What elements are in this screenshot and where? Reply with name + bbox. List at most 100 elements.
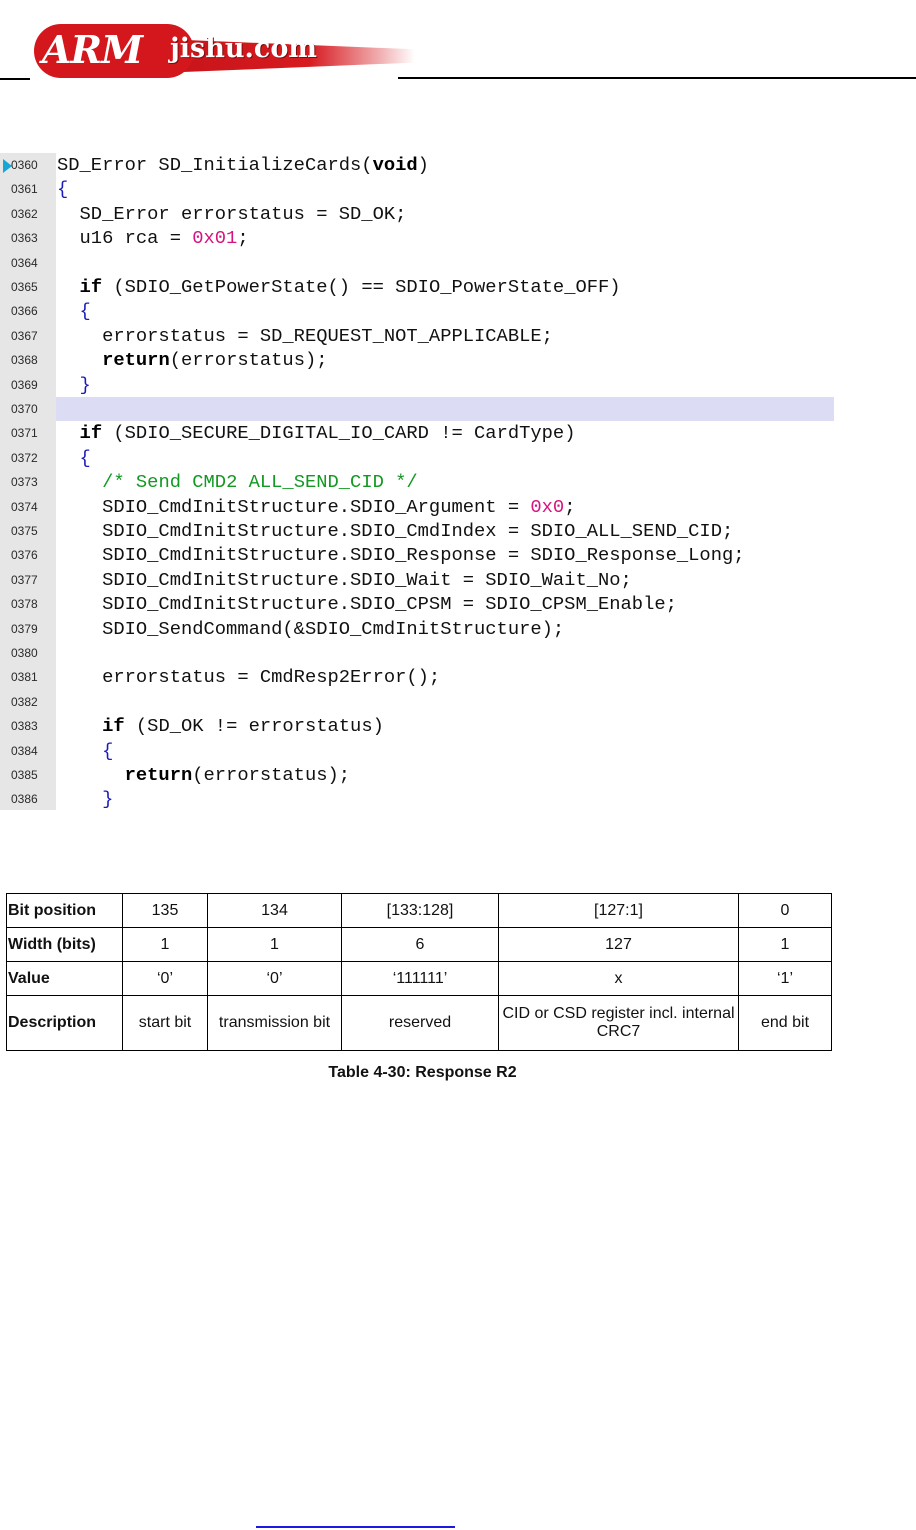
table-cell: x (498, 961, 739, 996)
table-cell: ‘0’ (207, 961, 342, 996)
line-number: 0374 (11, 499, 38, 514)
row-header: Bit position (6, 893, 123, 928)
line-number: 0386 (11, 792, 38, 807)
line-number: 0365 (11, 280, 38, 294)
code-text: SD_Error errorstatus = SD_OK; (57, 202, 407, 225)
code-line: 0360 SD_Error SD_InitializeCards(void) (0, 153, 834, 177)
code-text: { (79, 446, 91, 469)
table-cell: 127 (498, 927, 739, 962)
code-text: SDIO_CmdInitStructure.SDIO_CPSM = SDIO_C… (57, 593, 677, 616)
line-number: 0362 (11, 206, 38, 221)
code-line: 0361 { (0, 177, 834, 201)
code-line: 0369 } (0, 373, 834, 397)
footer-link-underline[interactable] (256, 1526, 455, 1528)
code-text: SDIO_CmdInitStructure.SDIO_Wait = SDIO_W… (57, 568, 632, 591)
code-text: SDIO_CmdInitStructure.SDIO_Argument = 0x… (57, 495, 576, 518)
header-rule (398, 77, 916, 79)
code-text: SD_Error SD_InitializeCards(void) (57, 154, 429, 176)
code-line: 0384 { (0, 739, 834, 763)
line-number: 0368 (11, 353, 38, 368)
code-line: 0372 { (0, 446, 834, 470)
code-line: 0376 SDIO_CmdInitStructure.SDIO_Response… (0, 543, 834, 567)
code-line: 0382 (0, 690, 834, 714)
table-cell: reserved (341, 995, 499, 1051)
code-line: 0385 return(errorstatus); (0, 763, 834, 787)
code-line: 0364 (0, 251, 834, 275)
code-line: 0374 SDIO_CmdInitStructure.SDIO_Argument… (0, 495, 834, 519)
table-cell: ‘1’ (738, 961, 832, 996)
line-number: 0377 (11, 572, 38, 587)
code-text: errorstatus = SD_REQUEST_NOT_APPLICABLE; (57, 324, 553, 347)
code-line: 0362 SD_Error errorstatus = SD_OK; (0, 202, 834, 226)
table-row: Value ‘0’ ‘0’ ‘111111’ x ‘1’ (6, 961, 832, 996)
header-rule (0, 78, 30, 80)
code-line: 0386 } (0, 787, 834, 811)
line-number: 0381 (11, 670, 38, 685)
table-cell: 135 (122, 893, 208, 928)
response-r2-table: Bit position 135 134 [133:128] [127:1] 0 Width… (6, 893, 832, 1051)
line-number: 0385 (11, 768, 38, 782)
table-cell: transmission bit (207, 995, 342, 1051)
table-cell: end bit (738, 995, 832, 1051)
table-row: Width (bits) 1 1 6 127 1 (6, 927, 832, 962)
code-line: 0370 (0, 397, 834, 421)
line-number: 0369 (11, 377, 38, 392)
code-line: 0378 SDIO_CmdInitStructure.SDIO_CPSM = S… (0, 592, 834, 616)
line-number: 0376 (11, 548, 38, 563)
line-number: 0372 (11, 450, 38, 465)
arm-jishu-logo[interactable]: ARM jishu.com (30, 20, 415, 82)
line-number: 0361 (11, 182, 38, 197)
line-number: 0379 (11, 621, 38, 636)
table-cell: ‘0’ (122, 961, 208, 996)
code-listing: 0360 SD_Error SD_InitializeCards(void) 036… (0, 153, 834, 810)
code-line: 0366 { (0, 299, 834, 323)
line-number: 0363 (11, 231, 38, 246)
table-cell: 134 (207, 893, 342, 928)
code-line: 0377 SDIO_CmdInitStructure.SDIO_Wait = S… (0, 568, 834, 592)
line-number: 0380 (11, 646, 38, 660)
code-line: 0379 SDIO_SendCommand(&SDIO_CmdInitStruc… (0, 617, 834, 641)
line-number: 0366 (11, 304, 38, 319)
code-text: { (102, 739, 114, 762)
table-cell: 1 (122, 927, 208, 962)
code-text: SDIO_CmdInitStructure.SDIO_Response = SD… (57, 544, 745, 567)
table-row: Description start bit transmission bit rese… (6, 995, 832, 1051)
line-number: 0364 (11, 255, 38, 270)
code-text: SDIO_SendCommand(&SDIO_CmdInitStructure)… (57, 617, 565, 640)
code-line: 0367 errorstatus = SD_REQUEST_NOT_APPLIC… (0, 324, 834, 348)
row-header: Width (bits) (6, 927, 123, 962)
code-line: 0380 (0, 641, 834, 665)
line-number: 0373 (11, 475, 38, 490)
code-text: return(errorstatus); (102, 349, 328, 372)
table-cell: 1 (738, 927, 832, 962)
code-text: errorstatus = CmdResp2Error(); (57, 666, 441, 689)
code-text: { (57, 178, 69, 201)
table-caption: Table 4-30: Response R2 (328, 1064, 517, 1081)
table-cell: start bit (122, 995, 208, 1051)
code-text: SDIO_CmdInitStructure.SDIO_CmdIndex = SD… (57, 520, 734, 542)
table-cell: 6 (341, 927, 499, 962)
code-text: u16 rca = 0x01; (57, 227, 249, 250)
code-text: if (SDIO_GetPowerState() == SDIO_PowerSt… (79, 276, 621, 298)
table-cell: CID or CSD register incl. internal CRC7 (498, 995, 739, 1051)
line-number: 0382 (11, 694, 38, 709)
table-cell: [127:1] (498, 893, 739, 928)
line-number: 0360 (11, 158, 38, 172)
logo-site-text: jishu.com (170, 33, 317, 64)
table-cell: 1 (207, 927, 342, 962)
code-text: } (79, 373, 91, 396)
table-cell: ‘111111’ (341, 961, 499, 996)
row-header: Description (6, 995, 123, 1051)
code-line: 0371 if (SDIO_SECURE_DIGITAL_IO_CARD != … (0, 421, 834, 445)
line-number: 0371 (11, 426, 38, 441)
line-number: 0370 (11, 402, 38, 416)
line-number: 0378 (11, 597, 38, 612)
code-line: 0373 /* Send CMD2 ALL_SEND_CID */ (0, 470, 834, 494)
code-line: 0365 if (SDIO_GetPowerState() == SDIO_Po… (0, 275, 834, 299)
code-line: 0383 if (SD_OK != errorstatus) (0, 714, 834, 738)
table-row: Bit position 135 134 [133:128] [127:1] 0 (6, 893, 832, 928)
table-cell: 0 (738, 893, 832, 928)
code-text: if (SD_OK != errorstatus) (102, 715, 384, 738)
line-number: 0375 (11, 524, 38, 538)
code-line: 0381 errorstatus = CmdResp2Error(); (0, 665, 834, 689)
